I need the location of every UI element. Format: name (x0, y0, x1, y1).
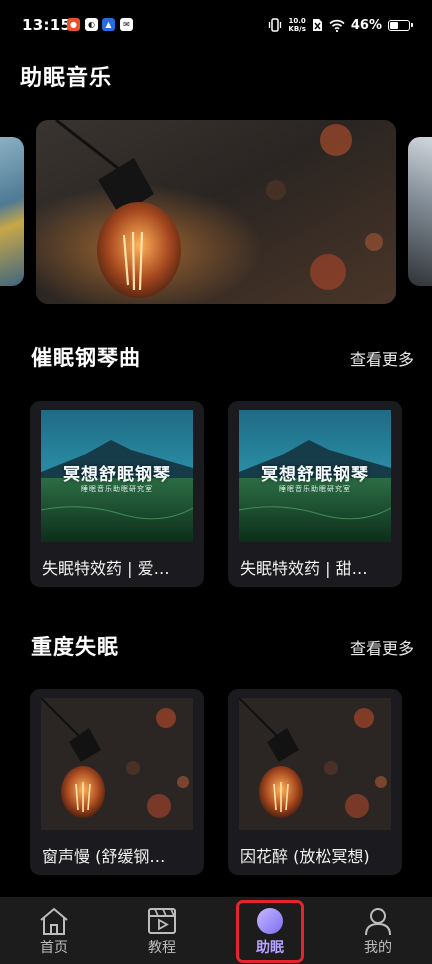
nav-label: 首页 (40, 940, 68, 956)
cover-subtitle: 睡眠音乐助眠研究室 (279, 485, 351, 493)
status-indicators: 10.0 KB/s 46% (268, 14, 413, 36)
playlist-cover: 冥想舒眠钢琴 睡眠音乐助眠研究室 (41, 410, 193, 542)
cover-title: 冥想舒眠钢琴 (63, 465, 171, 485)
page-title: 助眠音乐 (20, 66, 113, 91)
no-sim-icon (312, 19, 322, 31)
view-more-button[interactable]: 查看更多 (350, 635, 414, 659)
playlist-card[interactable]: 冥想舒眠钢琴 睡眠音乐助眠研究室 失眠特效药 | 爱… (30, 401, 204, 587)
playlist-cover: 冥想舒眠钢琴 睡眠音乐助眠研究室 (239, 410, 391, 542)
battery-level (390, 21, 399, 29)
message-notification-icon: ✉ (120, 18, 133, 31)
view-more-button[interactable]: 查看更多 (350, 346, 414, 370)
user-icon (365, 908, 391, 936)
status-bar: 13:15 ● ◐ ▲ ✉ 10.0 KB/s 46% (0, 0, 432, 50)
playlist-cover (41, 698, 193, 830)
nav-tab-home[interactable]: 首页 (0, 897, 108, 964)
playlist-cover (239, 698, 391, 830)
battery-icon (388, 19, 413, 31)
playlist-title: 因花醉 (放松冥想) (240, 847, 370, 866)
home-icon (40, 907, 68, 935)
nav-label: 我的 (364, 940, 392, 956)
network-speed: 10.0 KB/s (288, 17, 305, 33)
bottom-nav: 首页 教程 助眠 我的 (0, 897, 432, 964)
nav-tab-tutorial[interactable]: 教程 (108, 897, 216, 964)
playlist-title: 窗声慢 (舒缓钢… (42, 847, 166, 866)
nav-tab-mine[interactable]: 我的 (324, 897, 432, 964)
cover-title: 冥想舒眠钢琴 (261, 465, 369, 485)
video-icon (148, 908, 176, 934)
section-title: 重度失眠 (31, 635, 119, 659)
app-notification-icon: ◐ (85, 18, 98, 31)
app-notification-icon: ▲ (102, 18, 115, 31)
nav-label: 教程 (148, 940, 176, 956)
lightbulb-cover-image (41, 698, 193, 830)
playlist-title: 失眠特效药 | 甜… (240, 559, 368, 578)
cover-subtitle: 睡眠音乐助眠研究室 (81, 485, 153, 493)
playlist-title: 失眠特效药 | 爱… (42, 559, 170, 578)
network-speed-unit: KB/s (288, 25, 306, 33)
lightbulb-banner-image (36, 120, 396, 304)
playlist-card[interactable]: 冥想舒眠钢琴 睡眠音乐助眠研究室 失眠特效药 | 甜… (228, 401, 402, 587)
battery-percent: 46% (350, 17, 382, 33)
banner-main[interactable] (36, 120, 396, 304)
wifi-icon (329, 19, 345, 32)
active-tab-highlight (236, 900, 304, 963)
section-title: 催眠钢琴曲 (31, 346, 141, 370)
playlist-card[interactable]: 因花醉 (放松冥想) (228, 689, 402, 875)
lightbulb-cover-image (239, 698, 391, 830)
banner-previous[interactable] (0, 137, 24, 286)
banner-next[interactable] (408, 137, 432, 286)
app-notification-icon: ● (67, 18, 80, 31)
playlist-card[interactable]: 窗声慢 (舒缓钢… (30, 689, 204, 875)
vibrate-icon (269, 18, 282, 32)
network-speed-value: 10.0 (288, 17, 306, 25)
status-time: 13:15 (22, 16, 72, 34)
